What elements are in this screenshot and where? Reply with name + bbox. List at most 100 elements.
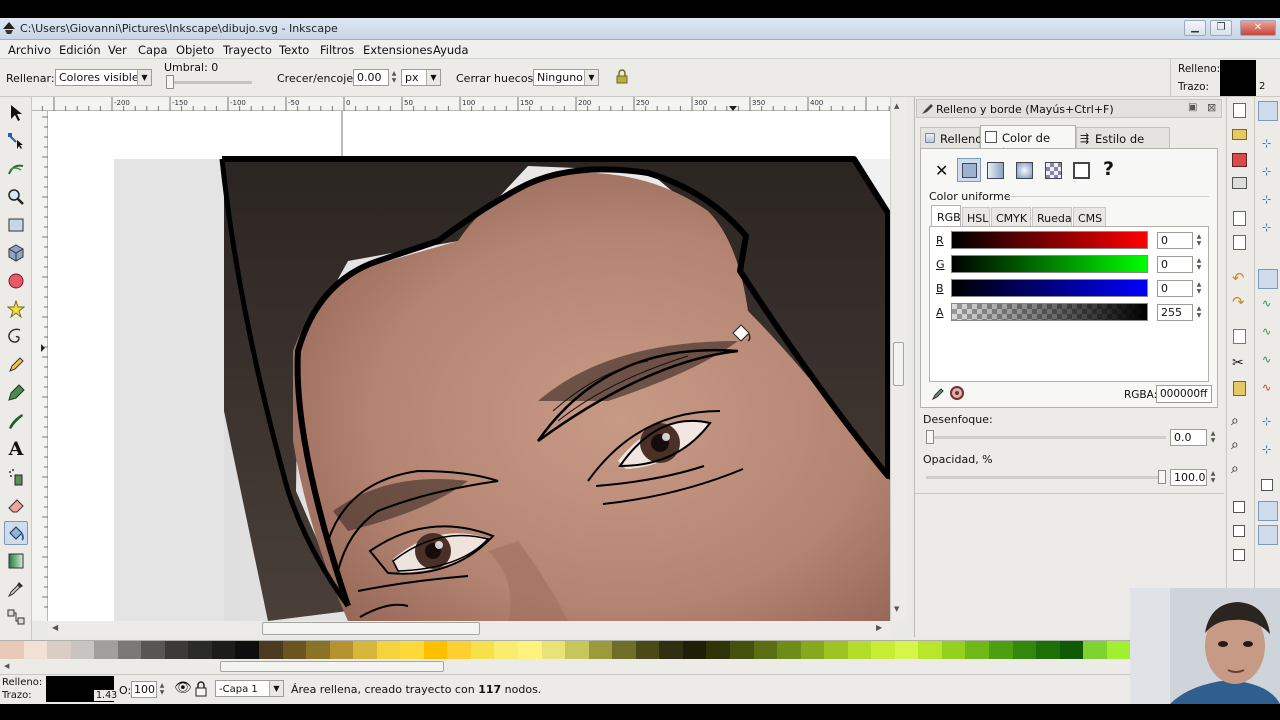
crecer-input[interactable]: 0.00 xyxy=(353,69,389,86)
snap-smooth-icon[interactable]: ∿ xyxy=(1262,381,1271,394)
tab-rueda[interactable]: Rueda xyxy=(1032,207,1072,227)
palette-swatch[interactable] xyxy=(211,641,236,660)
blur-stepper[interactable]: ▲ ▼ xyxy=(1208,430,1218,445)
swatch-button[interactable] xyxy=(1073,162,1090,179)
tab-estilo-de-trazo[interactable]: ⇶ Estilo de trazo xyxy=(1076,127,1170,160)
redo-icon[interactable]: ↷ xyxy=(1232,293,1245,311)
palette-swatch[interactable] xyxy=(1036,641,1060,660)
undo-icon[interactable]: ↶ xyxy=(1232,269,1245,287)
snap-midpoint-icon[interactable]: ⊹ xyxy=(1262,221,1271,234)
palette-swatch[interactable] xyxy=(188,641,212,660)
snap-centers-icon[interactable]: ⊹ xyxy=(1262,443,1271,456)
menu-edicion[interactable]: Edición xyxy=(59,43,101,57)
palette-swatch[interactable] xyxy=(70,641,95,660)
copy-icon[interactable] xyxy=(1233,329,1246,344)
crecer-stepper[interactable]: ▲ ▼ xyxy=(389,70,399,85)
palette-swatch[interactable] xyxy=(541,641,566,660)
palette-swatch[interactable] xyxy=(423,641,448,660)
maximize-button[interactable]: ❐ xyxy=(1210,20,1232,36)
selector-tool[interactable] xyxy=(4,101,28,125)
3d-box-tool[interactable] xyxy=(4,241,28,265)
scroll-right-arrow-icon[interactable]: ▶ xyxy=(876,623,882,632)
palette-swatch[interactable] xyxy=(988,641,1013,660)
new-document-icon[interactable] xyxy=(1233,103,1246,118)
menu-ayuda[interactable]: Ayuda xyxy=(433,43,469,57)
fill-stroke-swatch[interactable] xyxy=(1220,60,1256,96)
umbral-slider-track[interactable] xyxy=(166,81,252,84)
close-window-button[interactable]: ✕ xyxy=(1240,20,1276,36)
snap-bbox-edge-icon[interactable]: ⊹ xyxy=(1262,165,1271,178)
snap-page-border-icon[interactable] xyxy=(1261,479,1273,491)
rectangle-tool[interactable] xyxy=(4,213,28,237)
snap-intersection-icon[interactable]: ∿ xyxy=(1262,325,1271,338)
text-tool[interactable]: A xyxy=(4,437,28,461)
snap-bbox-corner-icon[interactable]: ⊹ xyxy=(1262,193,1271,206)
palette-swatch[interactable] xyxy=(117,641,142,660)
palette-swatch[interactable] xyxy=(635,641,660,660)
menu-trayecto[interactable]: Trayecto xyxy=(223,43,272,57)
opacity-stepper[interactable]: ▲ ▼ xyxy=(1208,470,1218,485)
vertical-scroll-thumb[interactable] xyxy=(893,342,904,386)
opacity-slider-handle[interactable] xyxy=(1158,470,1166,484)
menu-ver[interactable]: Ver xyxy=(108,43,127,57)
palette-swatch[interactable] xyxy=(612,641,636,660)
blue-value-input[interactable]: 0 xyxy=(1157,280,1193,297)
linear-gradient-button[interactable] xyxy=(987,162,1004,179)
blur-slider-track[interactable] xyxy=(926,436,1166,439)
palette-swatch[interactable] xyxy=(565,641,589,660)
umbral-slider-handle[interactable] xyxy=(166,75,174,89)
palette-scroll-left-icon[interactable]: ◀ xyxy=(4,662,9,670)
print-icon[interactable] xyxy=(1232,177,1247,189)
palette-swatch[interactable] xyxy=(1059,641,1084,660)
palette-scroll-thumb[interactable] xyxy=(220,661,444,672)
palette-swatch[interactable] xyxy=(847,641,872,660)
palette-swatch[interactable] xyxy=(141,641,165,660)
cut-icon[interactable]: ✂ xyxy=(1232,355,1244,371)
vertical-scrollbar[interactable]: ▲ ▼ xyxy=(890,97,906,621)
palette-swatch[interactable] xyxy=(282,641,307,660)
ellipse-tool[interactable] xyxy=(4,269,28,293)
snap-toggle-icon[interactable] xyxy=(1258,101,1278,121)
blue-slider[interactable] xyxy=(951,279,1148,297)
palette-swatch[interactable] xyxy=(1012,641,1037,660)
zoom-drawing-icon[interactable]: ⌕ xyxy=(1231,437,1239,453)
palette-scrollbar[interactable]: ◀ xyxy=(0,659,1130,674)
unit-select[interactable]: px ▼ xyxy=(401,69,441,86)
palette-swatch[interactable] xyxy=(47,641,71,660)
duplicate-icon[interactable] xyxy=(1233,501,1245,513)
red-value-input[interactable]: 0 xyxy=(1157,232,1193,249)
palette-swatch[interactable] xyxy=(871,641,895,660)
palette-swatch[interactable] xyxy=(306,641,330,660)
pencil-tool[interactable] xyxy=(4,353,28,377)
paint-bucket-tool[interactable] xyxy=(4,521,28,545)
palette-swatch[interactable] xyxy=(706,641,730,660)
green-stepper[interactable]: ▲ ▼ xyxy=(1194,257,1204,272)
alpha-slider[interactable] xyxy=(951,303,1148,321)
palette-swatch[interactable] xyxy=(941,641,966,660)
rgba-input[interactable]: 000000ff xyxy=(1156,385,1212,403)
palette-swatch[interactable] xyxy=(329,641,354,660)
tab-color-de-trazo[interactable]: Color de trazo xyxy=(980,125,1076,159)
connector-tool[interactable] xyxy=(4,605,28,629)
dock-float-icon[interactable]: ▣ xyxy=(1188,102,1197,113)
open-folder-icon[interactable] xyxy=(1232,129,1247,140)
reset-defaults-icon[interactable] xyxy=(614,69,630,85)
spiral-tool[interactable] xyxy=(4,325,28,349)
menu-capa[interactable]: Capa xyxy=(138,43,167,57)
red-stepper[interactable]: ▲ ▼ xyxy=(1194,233,1204,248)
snap-bbox-icon[interactable]: ⊹ xyxy=(1262,137,1271,150)
flat-color-button[interactable] xyxy=(957,158,981,182)
opacity-slider-track[interactable] xyxy=(926,476,1166,479)
status-opacity-input[interactable]: 100 xyxy=(131,681,157,698)
radial-gradient-button[interactable] xyxy=(1016,162,1033,179)
blue-stepper[interactable]: ▲ ▼ xyxy=(1194,281,1204,296)
pen-tool[interactable] xyxy=(4,381,28,405)
snap-cusp-icon[interactable]: ∿ xyxy=(1262,353,1271,366)
palette-swatch[interactable] xyxy=(777,641,801,660)
palette-swatch[interactable] xyxy=(447,641,471,660)
scroll-up-arrow-icon[interactable]: ▲ xyxy=(894,102,899,110)
save-icon[interactable] xyxy=(1232,153,1247,167)
snap-guide-icon[interactable] xyxy=(1258,525,1278,545)
scroll-down-arrow-icon[interactable]: ▼ xyxy=(894,605,899,613)
paste-icon[interactable] xyxy=(1233,381,1246,396)
